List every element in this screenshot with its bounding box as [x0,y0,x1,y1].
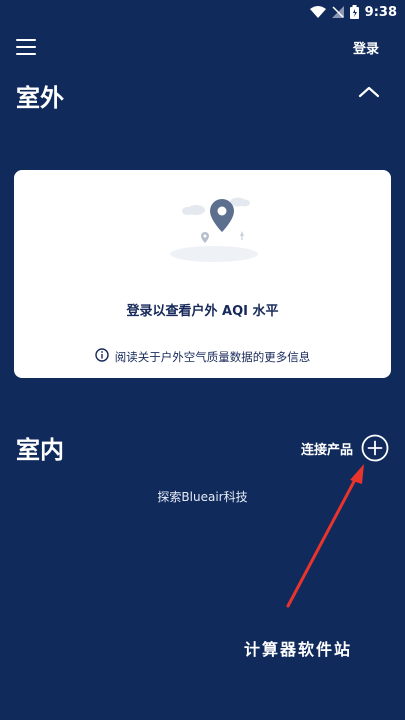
indoor-section-title: 室内 [16,436,64,464]
outdoor-info-link[interactable]: 阅读关于户外空气质量数据的更多信息 [14,348,391,365]
login-button[interactable]: 登录 [353,38,379,57]
wifi-icon [309,6,326,18]
location-pin-illustration-icon [164,190,264,264]
app-bar: 登录 [0,34,405,60]
menu-icon[interactable] [16,39,36,55]
battery-icon [349,5,359,19]
outdoor-login-prompt[interactable]: 登录以查看户外 AQI 水平 [14,300,391,319]
outdoor-aqi-card: 登录以查看户外 AQI 水平 阅读关于户外空气质量数据的更多信息 [14,170,391,378]
annotation-arrow-icon [280,460,370,610]
outdoor-section-title: 室外 [16,84,64,112]
signal-icon [331,6,344,18]
outdoor-info-text: 阅读关于户外空气质量数据的更多信息 [114,349,311,364]
app-screen: 9:38 登录 室外 登录以查看户外 AQI 水平 阅读关于户外空气质量数据的更… [0,0,405,720]
add-circle-icon[interactable] [361,434,389,462]
status-time: 9:38 [364,4,397,20]
connect-product-label: 连接产品 [300,442,353,458]
status-bar: 9:38 [0,0,405,24]
info-icon [95,348,109,365]
chevron-up-icon[interactable] [357,82,381,102]
connect-product-button[interactable]: 连接产品 [301,434,389,462]
watermark-text: 计算器软件站 [244,640,353,659]
